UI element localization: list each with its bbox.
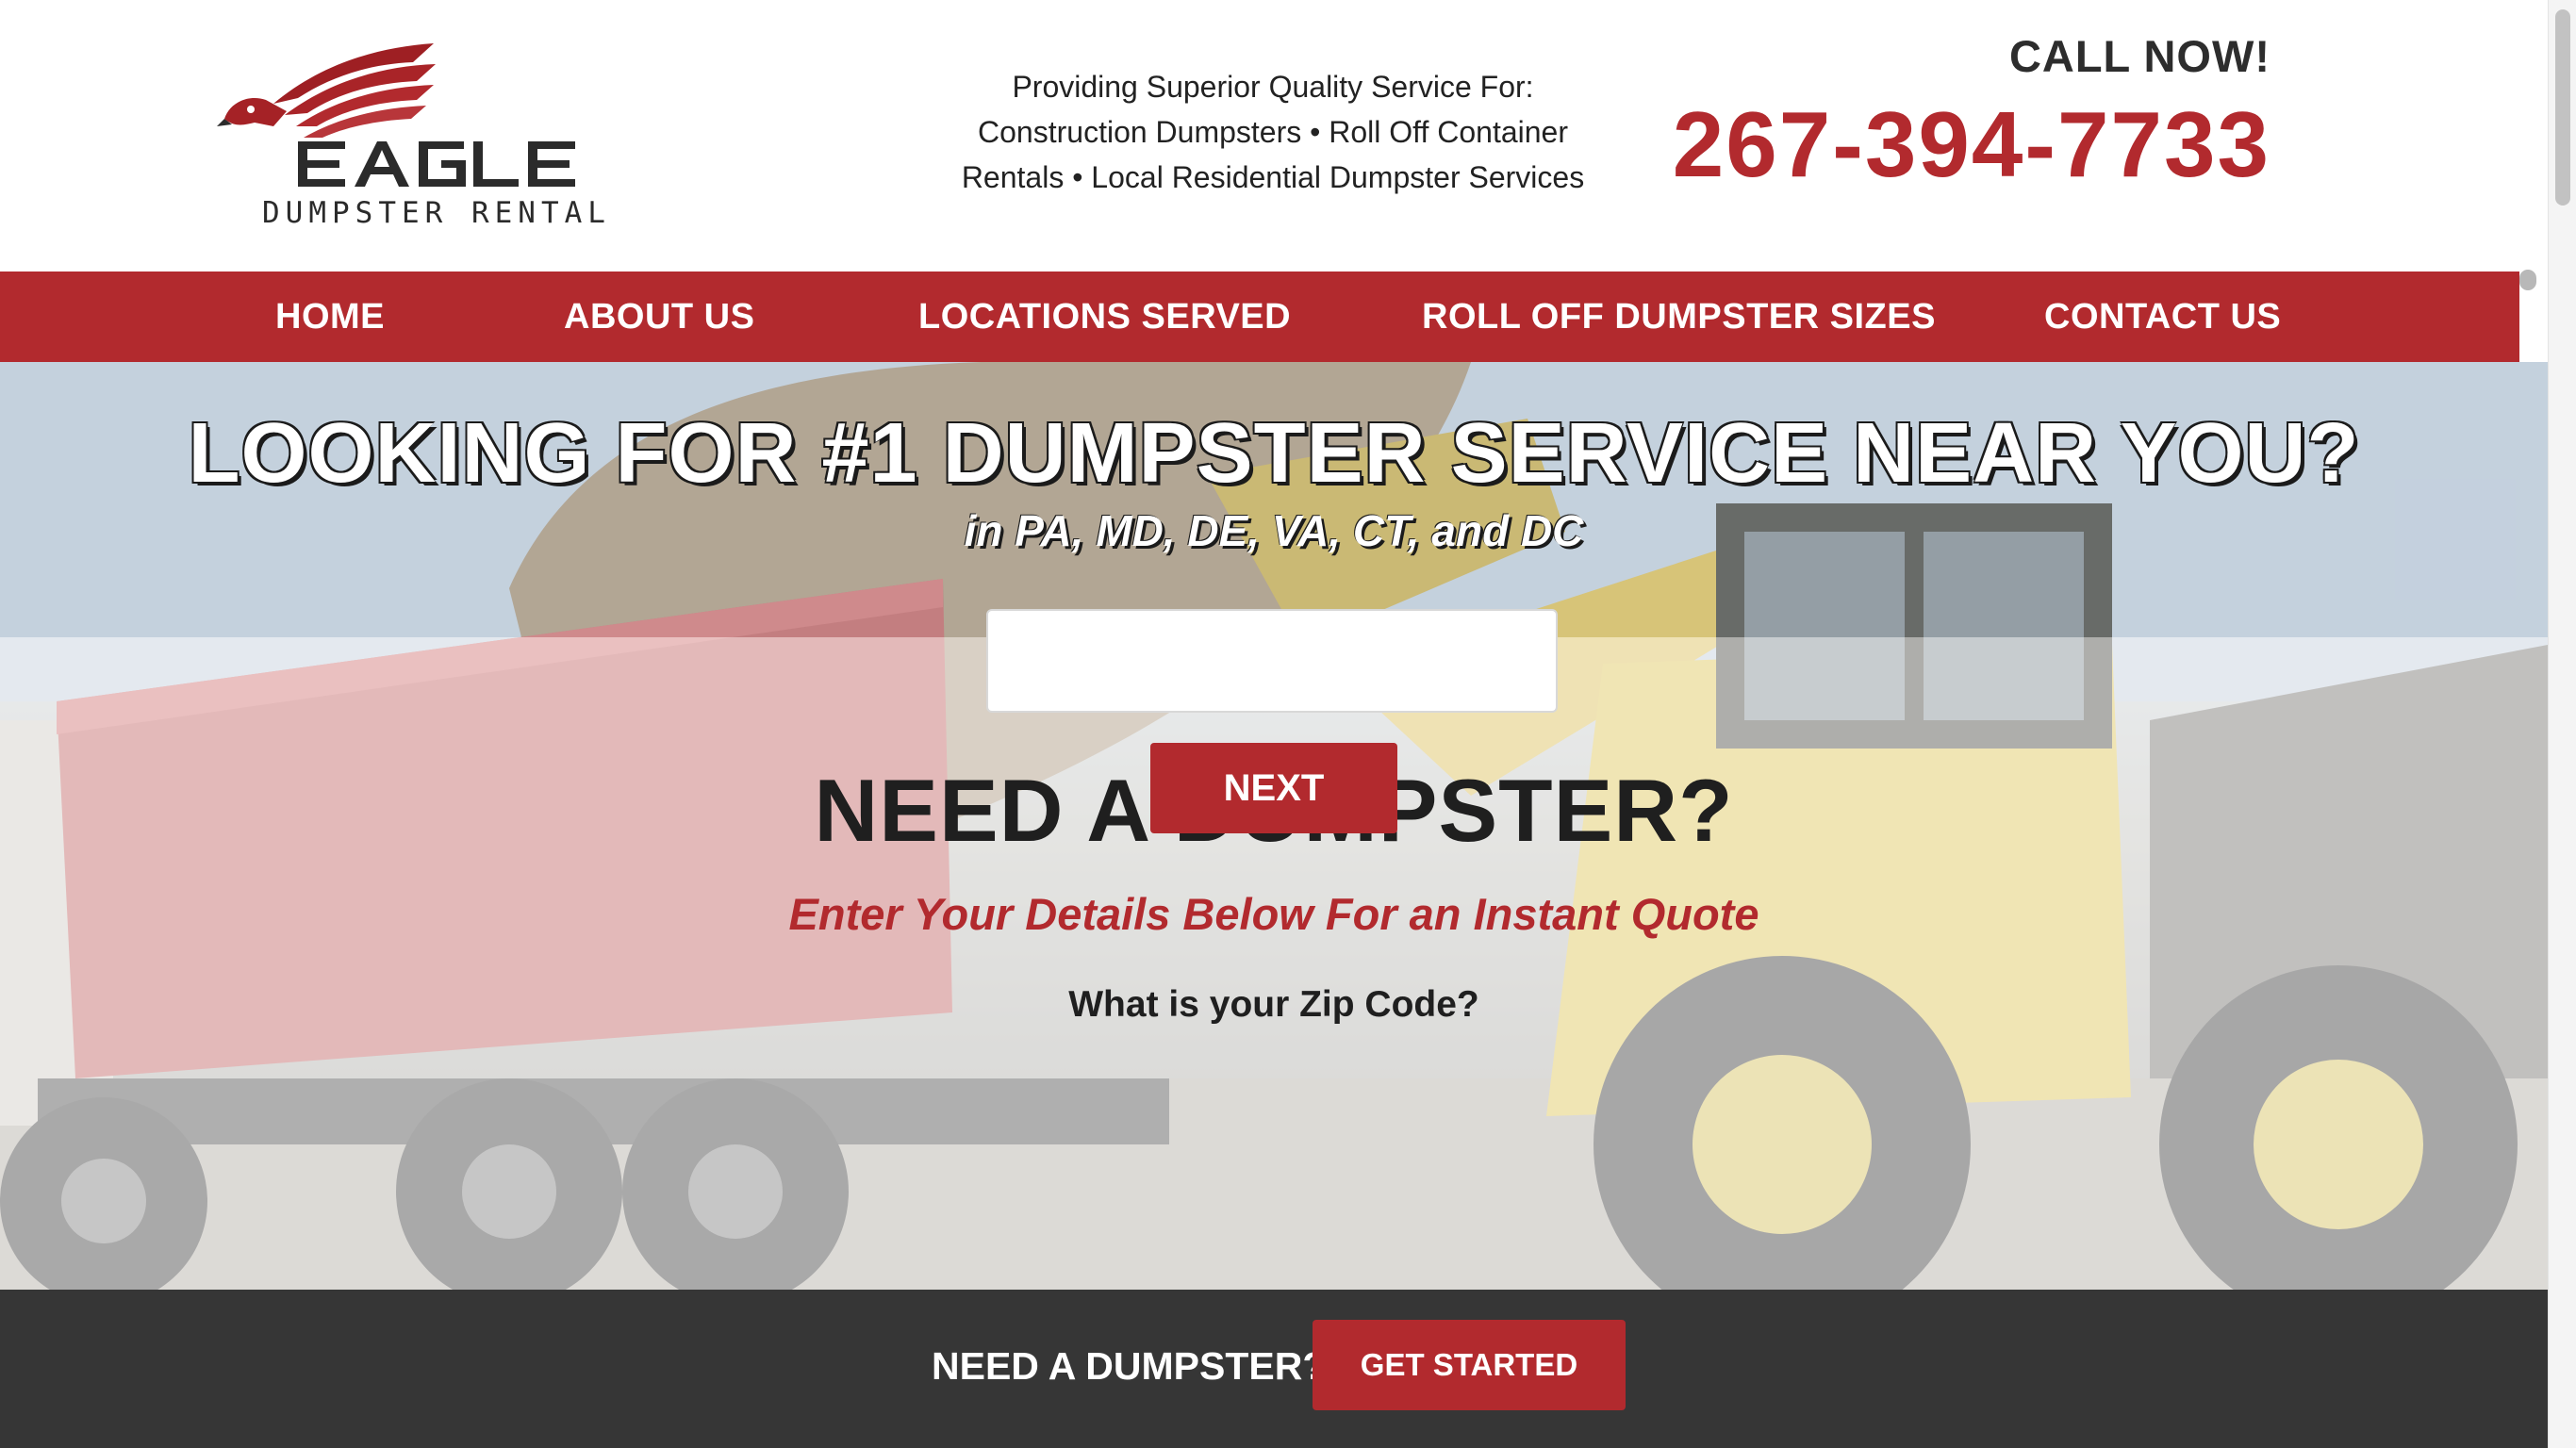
hero-subtitle: in PA, MD, DE, VA, CT, and DC	[964, 506, 1584, 555]
cta-bar-text: NEED A DUMPSTER?	[932, 1344, 1327, 1388]
quote-form-subtitle: Enter Your Details Below For an Instant …	[788, 889, 1759, 939]
nav-item-roll-off-dumpster-sizes[interactable]: ROLL OFF DUMPSTER SIZES	[1422, 272, 1936, 362]
call-now-label: CALL NOW!	[2008, 31, 2271, 81]
next-button-label: NEXT	[1223, 766, 1325, 809]
eagle-logo[interactable]: DUMPSTER RENTAL	[217, 36, 605, 239]
page-scrollbar[interactable]	[2548, 0, 2576, 1448]
scroll-indicator	[2519, 270, 2536, 290]
nav-item-home[interactable]: HOME	[275, 272, 385, 362]
zip-code-label: What is your Zip Code?	[1068, 984, 1479, 1025]
tagline-line-1: Providing Superior Quality Service For:	[1012, 70, 1534, 104]
scrollbar-thumb[interactable]	[2555, 9, 2570, 206]
nav-item-about-us[interactable]: ABOUT US	[564, 272, 754, 362]
sticky-cta-bar: NEED A DUMPSTER? GET STARTED	[0, 1290, 2548, 1448]
logo-subtext: DUMPSTER RENTAL	[262, 196, 611, 230]
main-nav: HOME ABOUT US LOCATIONS SERVED ROLL OFF …	[0, 272, 2519, 362]
site-header: DUMPSTER RENTAL Providing Superior Quali…	[0, 0, 2519, 272]
zip-code-input[interactable]	[986, 609, 1558, 713]
tagline-line-3: Rentals • Local Residential Dumpster Ser…	[961, 160, 1585, 194]
tagline-line-2: Construction Dumpsters • Roll Off Contai…	[978, 115, 1568, 149]
eagle-logo-mark	[217, 43, 575, 187]
phone-number-link[interactable]: 267-394-7733	[1673, 92, 2271, 196]
nav-item-locations-served[interactable]: LOCATIONS SERVED	[918, 272, 1291, 362]
nav-item-contact-us[interactable]: CONTACT US	[2044, 272, 2281, 362]
quote-form-panel: NEED A DUMPSTER? Enter Your Details Belo…	[0, 637, 2548, 1290]
get-started-button[interactable]: GET STARTED	[1313, 1320, 1626, 1410]
hero-title: LOOKING FOR #1 DUMPSTER SERVICE NEAR YOU…	[188, 406, 2360, 501]
service-tagline: Providing Superior Quality Service For: …	[905, 64, 1641, 200]
next-button[interactable]: NEXT	[1150, 743, 1397, 833]
